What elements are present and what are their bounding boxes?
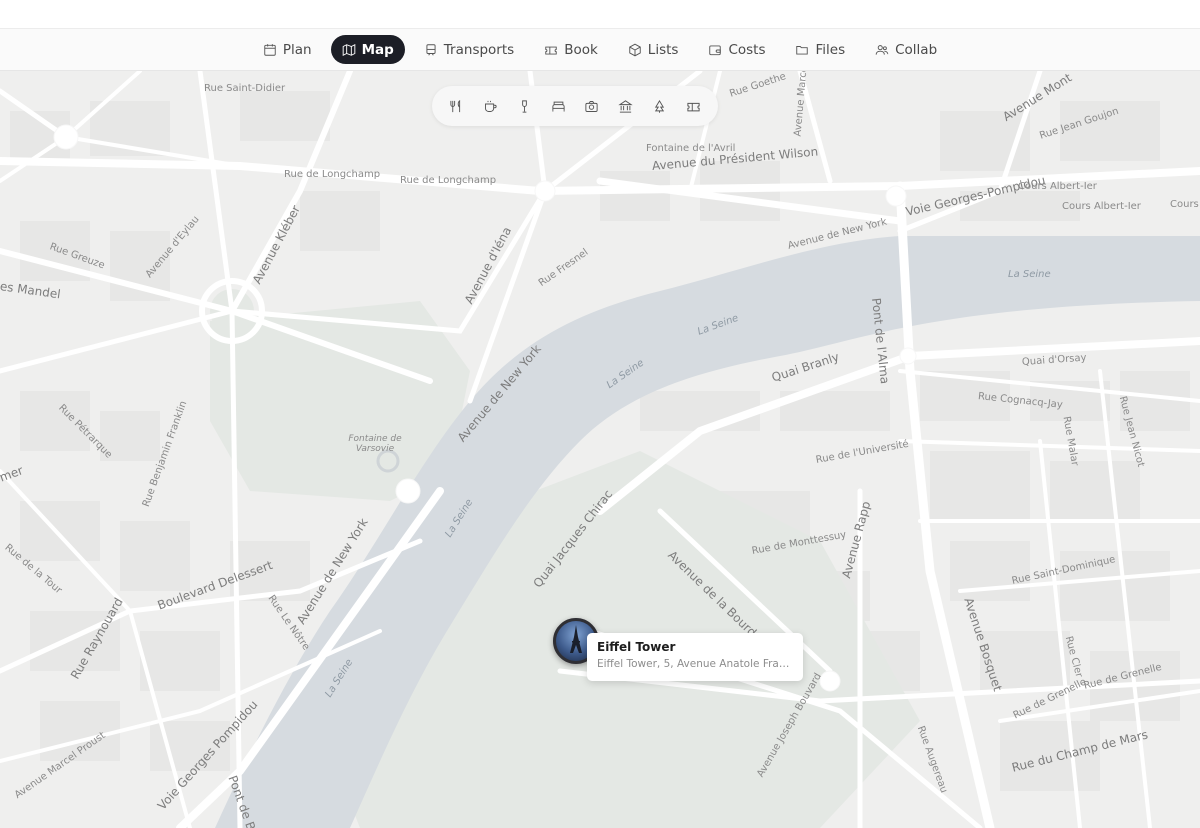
tab-map[interactable]: Map	[330, 35, 405, 64]
map-label: Fontaine de l'Avril	[646, 143, 736, 154]
ticket-icon	[544, 43, 558, 57]
museum-filter-button[interactable]	[612, 92, 640, 120]
tab-transports[interactable]: Transports	[413, 35, 525, 64]
tab-plan[interactable]: Plan	[252, 35, 323, 64]
tab-lists[interactable]: Lists	[617, 35, 690, 64]
place-title: Eiffel Tower	[597, 640, 676, 654]
map-label: Cours	[1170, 199, 1199, 210]
ticket-icon	[686, 99, 701, 114]
tab-book[interactable]: Book	[533, 35, 609, 64]
cafe-icon	[483, 99, 498, 114]
map-label: Rue de Longchamp	[400, 175, 497, 186]
place-popup[interactable]: Eiffel Tower Eiffel Tower, 5, Avenue Ana…	[587, 633, 803, 681]
camera-icon	[584, 99, 599, 114]
tab-label: Lists	[647, 41, 679, 58]
top-bar	[0, 0, 1200, 28]
tab-label: Plan	[282, 41, 312, 58]
camera-filter-button[interactable]	[578, 92, 606, 120]
hotel-icon	[551, 99, 566, 114]
map-label: Cours Albert-Ier	[1018, 181, 1097, 192]
tab-costs[interactable]: Costs	[697, 35, 776, 64]
tab-label: Collab	[895, 41, 938, 58]
bar-icon	[517, 99, 532, 114]
bar-filter-button[interactable]	[510, 92, 538, 120]
main-nav: Plan Map Transports Book Lists Costs Files Coll…	[0, 28, 1200, 71]
map-icon	[342, 43, 356, 57]
nav-tabs: Plan Map Transports Book Lists Costs Files Coll…	[0, 35, 1200, 64]
tab-label: Costs	[728, 41, 766, 58]
tab-files[interactable]: Files	[784, 35, 856, 64]
restaurant-filter-button[interactable]	[443, 92, 471, 120]
tab-collab[interactable]: Collab	[864, 35, 948, 64]
category-filter-bar	[432, 86, 718, 126]
box-icon	[628, 43, 642, 57]
park-icon	[652, 99, 667, 114]
cafe-filter-button[interactable]	[477, 92, 505, 120]
map-label: Fontaine de Varsovie	[348, 434, 402, 454]
ticket-filter-button[interactable]	[679, 92, 707, 120]
park-filter-button[interactable]	[645, 92, 673, 120]
wallet-icon	[708, 43, 722, 57]
hotel-filter-button[interactable]	[544, 92, 572, 120]
users-icon	[875, 43, 889, 57]
calendar-icon	[263, 43, 277, 57]
tab-label: Book	[564, 41, 598, 58]
place-address: Eiffel Tower, 5, Avenue Anatole Fran...	[597, 658, 793, 670]
restaurant-icon	[449, 99, 464, 114]
tab-label: Files	[815, 41, 846, 58]
map-label: Rue de Longchamp	[284, 169, 381, 180]
train-icon	[424, 43, 438, 57]
tab-label: Transports	[443, 41, 515, 58]
tab-label: Map	[361, 41, 394, 58]
map-label: La Seine	[1008, 269, 1051, 280]
map-label: Cours Albert-Ier	[1062, 201, 1141, 212]
museum-icon	[618, 99, 633, 114]
map-view[interactable]: Avenue du Président Wilson Voie Georges-…	[0, 71, 1200, 828]
folder-icon	[795, 43, 809, 57]
map-label: Rue Saint-Didier	[204, 83, 286, 94]
